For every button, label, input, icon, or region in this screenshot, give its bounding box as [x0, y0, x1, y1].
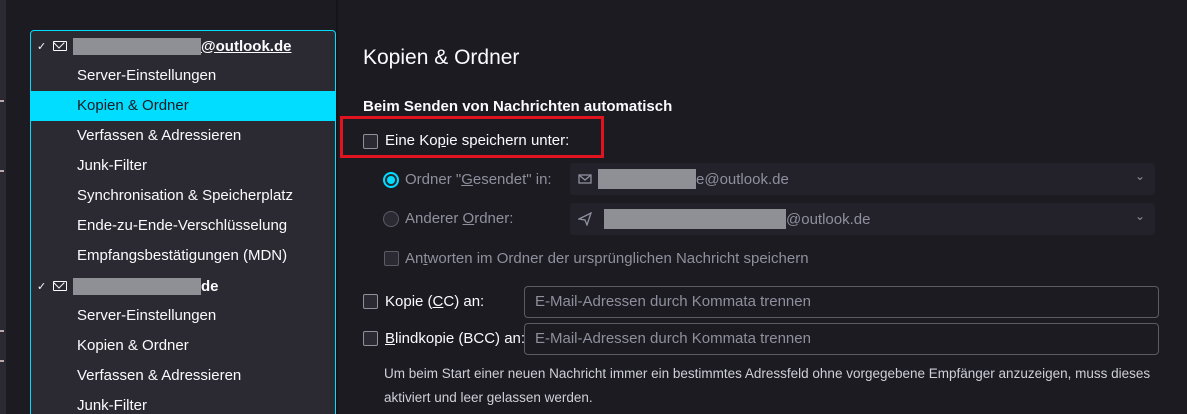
- sidebar-item-receipts[interactable]: Empfangsbestätigungen (MDN): [31, 241, 335, 271]
- save-copy-label[interactable]: Eine Kopie speichern unter:: [385, 132, 569, 149]
- sent-folder-label[interactable]: Ordner "Gesendet" in:: [405, 171, 552, 188]
- redacted-address: [604, 209, 786, 229]
- reply-in-folder-label[interactable]: Antworten im Ordner der ursprünglichen N…: [405, 250, 809, 267]
- account-name: @outlook.de: [201, 37, 292, 55]
- sent-folder-radio[interactable]: [383, 172, 399, 188]
- chevron-down-icon: ⌄: [1134, 169, 1145, 183]
- chevron-down-icon[interactable]: ✓: [37, 280, 49, 293]
- chevron-down-icon[interactable]: ✓: [37, 40, 49, 53]
- other-folder-label[interactable]: Anderer Ordner:: [405, 210, 513, 227]
- other-folder-value: @outlook.de: [786, 210, 871, 228]
- mail-icon: [53, 281, 67, 291]
- mail-icon: [578, 174, 592, 184]
- account-name: de: [201, 277, 219, 295]
- save-copy-checkbox[interactable]: [363, 134, 378, 149]
- section-title: Beim Senden von Nachrichten automatisch: [363, 98, 673, 115]
- edge-mark: [0, 360, 4, 362]
- help-note: Um beim Start einer neuen Nachricht imme…: [384, 366, 1151, 405]
- sidebar-item-server-settings[interactable]: Server-Einstellungen: [31, 301, 335, 331]
- mail-icon: [53, 41, 67, 51]
- sidebar-item-e2ee[interactable]: Ende-zu-Ende-Verschlüsselung: [31, 211, 335, 241]
- sidebar-item-server-settings[interactable]: Server-Einstellungen: [31, 61, 335, 91]
- send-icon: [578, 212, 592, 226]
- sidebar-item-copies-folders[interactable]: Kopien & Ordner: [31, 331, 335, 361]
- sent-folder-value: e@outlook.de: [696, 170, 789, 188]
- sidebar-item-composition[interactable]: Verfassen & Adressieren: [31, 361, 335, 391]
- edge-mark: [0, 170, 4, 172]
- account-tree[interactable]: ✓ @outlook.de Server-Einstellungen Kopie…: [30, 30, 336, 414]
- redacted-address: [73, 277, 201, 295]
- account-row-second[interactable]: ✓ de: [31, 271, 335, 301]
- chevron-down-icon: ⌄: [1134, 209, 1145, 223]
- other-folder-radio[interactable]: [383, 211, 399, 227]
- other-folder-select[interactable]: @outlook.de ⌄: [570, 203, 1155, 235]
- sidebar-item-composition[interactable]: Verfassen & Adressieren: [31, 121, 335, 151]
- bcc-input[interactable]: E-Mail-Adressen durch Kommata trennen: [524, 323, 1159, 355]
- redacted-address: [73, 37, 201, 55]
- sidebar-item-junk[interactable]: Junk-Filter: [31, 391, 335, 414]
- bcc-checkbox[interactable]: [363, 331, 378, 346]
- cc-label[interactable]: Kopie (CC) an:: [385, 293, 484, 310]
- sent-folder-select[interactable]: e@outlook.de ⌄: [570, 163, 1155, 195]
- edge-mark: [0, 100, 4, 102]
- sidebar-item-sync[interactable]: Synchronisation & Speicherplatz: [31, 181, 335, 211]
- cc-checkbox[interactable]: [363, 294, 378, 309]
- account-row-outlook[interactable]: ✓ @outlook.de: [31, 31, 335, 61]
- sidebar-item-junk[interactable]: Junk-Filter: [31, 151, 335, 181]
- reply-in-folder-checkbox[interactable]: [384, 251, 399, 266]
- edge-mark: [0, 330, 4, 332]
- sidebar-item-copies-folders[interactable]: Kopien & Ordner: [31, 91, 335, 121]
- redacted-address: [598, 169, 696, 189]
- bcc-label[interactable]: Blindkopie (BCC) an:: [385, 330, 525, 347]
- cc-input[interactable]: E-Mail-Adressen durch Kommata trennen: [524, 286, 1159, 318]
- page-title: Kopien & Ordner: [363, 46, 520, 69]
